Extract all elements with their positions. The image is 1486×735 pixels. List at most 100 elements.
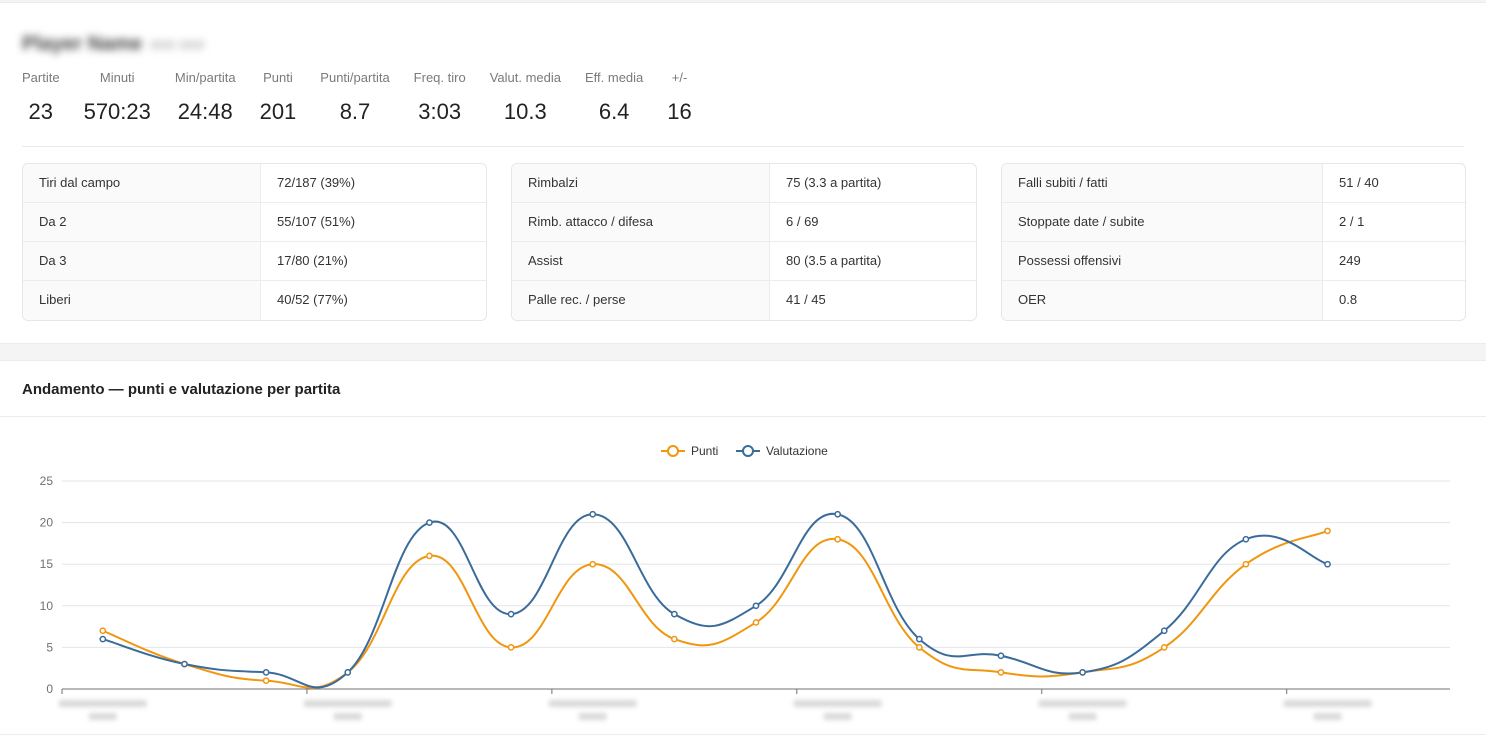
y-tick-label: 0 (46, 682, 53, 696)
data-point-valutazione (589, 510, 597, 518)
data-point-valutazione (262, 669, 270, 676)
kpi-label: Punti/partita (320, 70, 390, 85)
data-point-valutazione (671, 610, 678, 618)
table-row: Rimb. attacco / difesa 6 / 69 (512, 203, 976, 242)
shooting-table: Tiri dal campo 72/187 (39%) Da 2 55/107 … (22, 163, 487, 321)
data-point-punti (589, 560, 597, 568)
kpi-row: Partite 23 Minuti 570:23 Min/partita 24:… (22, 69, 716, 125)
x-tick-label-blurred (303, 700, 392, 720)
y-tick-label: 5 (46, 640, 53, 654)
line-chart: 0 5 10 15 20 25 Punti Valutazione (40, 444, 1450, 720)
divider (0, 416, 1486, 417)
table-value: 249 (1339, 253, 1361, 268)
kpi-value: 8.7 (339, 99, 371, 124)
data-point-valutazione (507, 610, 515, 618)
table-row: Stoppate date / subite 2 / 1 (1002, 203, 1465, 242)
x-tick-label-blurred (548, 700, 637, 720)
blurred-text-line (793, 700, 882, 707)
legend-marker-icon (667, 445, 679, 457)
trend-chart-card: Andamento — punti e valutazione per part… (0, 360, 1486, 735)
data-point-punti (262, 677, 270, 685)
kpi-value: 3:03 (418, 99, 462, 124)
divider (22, 146, 1464, 147)
data-point-valutazione (1242, 535, 1250, 543)
table-value: 51 / 40 (1339, 175, 1379, 190)
table-row: Assist 80 (3.5 a partita) (512, 242, 976, 281)
table-key: Palle rec. / perse (512, 281, 770, 320)
kpi-value: 24:48 (177, 99, 233, 124)
player-name: Player Name (22, 33, 143, 55)
x-tick-label-blurred (1283, 700, 1372, 720)
kpi-label: Eff. media (584, 70, 644, 85)
table-value: 80 (3.5 a partita) (786, 253, 882, 268)
blurred-text-line (1313, 713, 1342, 720)
kpi-label: Valut. media (489, 70, 561, 85)
y-tick-label: 20 (40, 516, 54, 530)
x-tick-label-blurred (793, 700, 882, 720)
table-row: Liberi 40/52 (77%) (23, 281, 486, 320)
table-row: Falli subiti / fatti 51 / 40 (1002, 164, 1465, 203)
blurred-text-line (58, 700, 147, 707)
kpi-label: Min/partita (174, 70, 236, 85)
kpi-label: Minuti (99, 70, 135, 85)
legend-marker-icon (742, 445, 754, 457)
kpi-punti: Punti 201 (260, 69, 297, 125)
table-value: 41 / 45 (786, 292, 826, 307)
x-tick-label-blurred (1038, 700, 1127, 720)
table-row: Da 3 17/80 (21%) (23, 242, 486, 281)
legend-label: Valutazione (766, 444, 828, 458)
table-row: OER 0.8 (1002, 281, 1465, 320)
data-point-valutazione (181, 660, 188, 668)
table-value: 75 (3.3 a partita) (786, 175, 882, 190)
blurred-text-line (88, 713, 117, 720)
data-point-punti (1160, 644, 1168, 651)
blurred-text-line (1068, 713, 1097, 720)
data-point-punti (507, 644, 515, 651)
rebounds-table: Rimbalzi 75 (3.3 a partita) Rimb. attacc… (511, 163, 977, 321)
legend-item-valutazione[interactable]: Valutazione (736, 444, 828, 458)
data-point-punti (915, 644, 923, 651)
data-point-punti (671, 635, 678, 643)
table-value: 0.8 (1339, 292, 1358, 307)
data-point-valutazione (915, 635, 923, 643)
table-key: Falli subiti / fatti (1002, 164, 1323, 202)
table-key: Tiri dal campo (23, 164, 261, 202)
legend-item-punti[interactable]: Punti (661, 444, 718, 458)
blurred-text-line (578, 713, 607, 720)
series-line-valutazione (102, 513, 1328, 689)
player-subtitle: ### ### (150, 37, 205, 54)
player-stats-card: Player Name ### ### Partite 23 Minuti 570… (0, 2, 1486, 344)
table-key: Stoppate date / subite (1002, 203, 1323, 241)
kpi-value: 16 (667, 99, 692, 124)
kpi-plus-minus: +/- 16 (667, 69, 691, 125)
table-key: Da 2 (23, 203, 261, 241)
blurred-text-line (303, 700, 392, 707)
data-point-punti (1242, 560, 1250, 568)
data-point-valutazione (997, 652, 1005, 660)
kpi-freq-tiro: Freq. tiro 3:03 (414, 69, 466, 125)
table-value: 55/107 (51%) (277, 214, 356, 229)
data-point-punti (997, 669, 1005, 676)
chart-title: Andamento — punti e valutazione per part… (22, 381, 341, 398)
legend-label: Punti (691, 444, 718, 458)
blurred-text-line (823, 713, 852, 720)
kpi-partite: Partite 23 (22, 69, 60, 125)
table-key: Possessi offensivi (1002, 242, 1323, 280)
data-point-valutazione (1324, 560, 1331, 568)
data-point-punti (834, 535, 841, 543)
data-point-punti (752, 619, 760, 626)
x-tick-label-blurred (58, 700, 147, 720)
kpi-label: Partite (22, 70, 60, 85)
table-value: 2 / 1 (1339, 214, 1365, 229)
player-name-blurred: Player Name ### ### (22, 29, 204, 59)
data-point-punti (1324, 527, 1331, 535)
table-key: Rimbalzi (512, 164, 770, 202)
kpi-label: +/- (671, 70, 688, 85)
table-key: Assist (512, 242, 770, 280)
kpi-value: 10.3 (503, 99, 547, 124)
blurred-text-line (548, 700, 637, 707)
data-point-valutazione (1160, 627, 1168, 635)
data-point-valutazione (752, 602, 760, 610)
table-row: Tiri dal campo 72/187 (39%) (23, 164, 486, 203)
table-row: Possessi offensivi 249 (1002, 242, 1465, 281)
